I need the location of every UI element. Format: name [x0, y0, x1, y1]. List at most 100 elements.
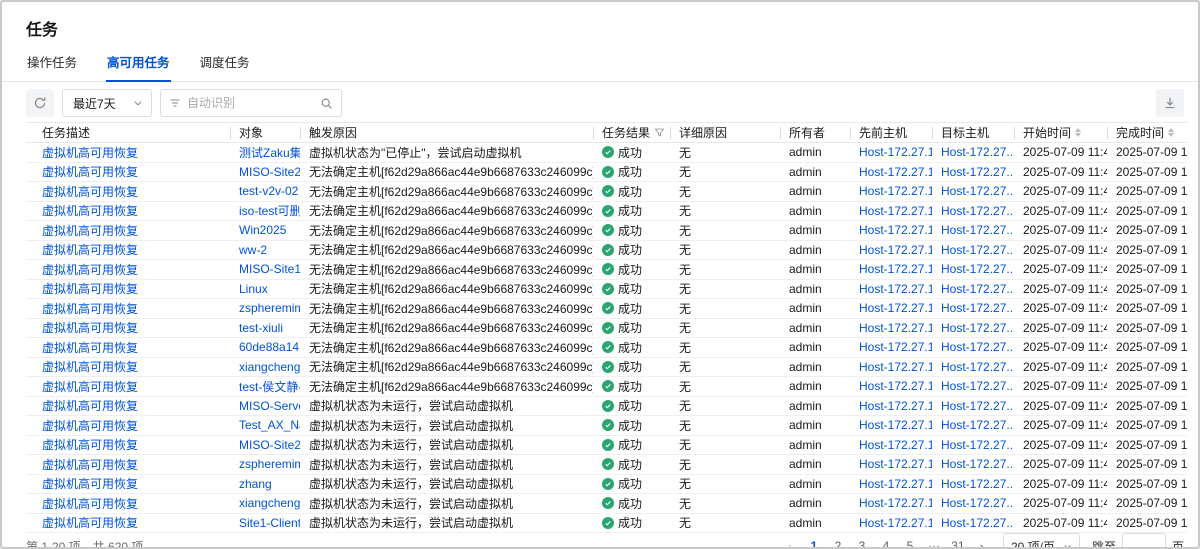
prev-host-link[interactable]: Host-172.27.1.30 — [859, 223, 932, 237]
column-header-8[interactable]: 开始时间 — [1014, 123, 1107, 142]
page-number-3[interactable]: 3 — [851, 534, 873, 549]
task-description-link[interactable]: 虚拟机高可用恢复 — [42, 302, 138, 316]
object-link[interactable]: xiangcheng.... — [239, 360, 300, 374]
tab-0[interactable]: 操作任务 — [26, 50, 78, 81]
task-description-link[interactable]: 虚拟机高可用恢复 — [42, 477, 138, 491]
task-description-link[interactable]: 虚拟机高可用恢复 — [42, 165, 138, 179]
target-host-link[interactable]: Host-172.27... — [941, 321, 1014, 335]
object-link[interactable]: xiangcheng.... — [239, 496, 300, 510]
task-description-link[interactable]: 虚拟机高可用恢复 — [42, 146, 138, 160]
page-number-2[interactable]: 2 — [827, 534, 849, 549]
prev-host-link[interactable]: Host-172.27.1.30 — [859, 204, 932, 218]
tab-2[interactable]: 调度任务 — [199, 50, 251, 81]
prev-page-icon[interactable]: ‹ — [779, 534, 801, 549]
object-link[interactable]: iso-test可删 — [239, 204, 300, 218]
target-host-link[interactable]: Host-172.27... — [941, 496, 1014, 510]
date-range-select[interactable]: 最近7天 — [62, 89, 152, 117]
target-host-link[interactable]: Host-172.27... — [941, 360, 1014, 374]
prev-host-link[interactable]: Host-172.27.1.30 — [859, 184, 932, 198]
target-host-link[interactable]: Host-172.27... — [941, 204, 1014, 218]
object-link[interactable]: zspheremim... — [239, 301, 300, 315]
task-description-link[interactable]: 虚拟机高可用恢复 — [42, 360, 138, 374]
page-number-31[interactable]: 31 — [947, 534, 969, 549]
task-description-link[interactable]: 虚拟机高可用恢复 — [42, 185, 138, 199]
object-link[interactable]: Test_AX_Na... — [239, 418, 300, 432]
tab-1[interactable]: 高可用任务 — [106, 50, 171, 82]
page-number-4[interactable]: 4 — [875, 534, 897, 549]
target-host-link[interactable]: Host-172.27... — [941, 438, 1014, 452]
target-host-link[interactable]: Host-172.27... — [941, 457, 1014, 471]
task-description-link[interactable]: 虚拟机高可用恢复 — [42, 224, 138, 238]
object-link[interactable]: Site1-Client1 — [239, 516, 300, 530]
task-description-link[interactable]: 虚拟机高可用恢复 — [42, 263, 138, 277]
object-link[interactable]: zhang — [239, 477, 272, 491]
object-link[interactable]: test-v2v-02 — [239, 184, 298, 198]
jump-page-input[interactable] — [1122, 533, 1166, 549]
page-size-select[interactable]: 20 项/页 — [1003, 533, 1080, 549]
object-link[interactable]: MISO-Site2... — [239, 165, 300, 179]
prev-host-link[interactable]: Host-172.27.1.30 — [859, 243, 932, 257]
task-description-link[interactable]: 虚拟机高可用恢复 — [42, 380, 138, 394]
prev-host-link[interactable]: Host-172.27.1.32 — [859, 418, 932, 432]
prev-host-link[interactable]: Host-172.27.1.30 — [859, 262, 932, 276]
prev-host-link[interactable]: Host-172.27.1.30 — [859, 379, 932, 393]
prev-host-link[interactable]: Host-172.27.1.30 — [859, 145, 932, 159]
sort-icon[interactable] — [1168, 128, 1174, 137]
object-link[interactable]: Win2025 — [239, 223, 286, 237]
object-link[interactable]: MISO-Serve... — [239, 399, 300, 413]
search-input[interactable] — [187, 96, 314, 110]
page-number-5[interactable]: 5 — [899, 534, 921, 549]
task-description-link[interactable]: 虚拟机高可用恢复 — [42, 204, 138, 218]
task-description-link[interactable]: 虚拟机高可用恢复 — [42, 516, 138, 530]
object-link[interactable]: MISO-Site2... — [239, 438, 300, 452]
task-description-link[interactable]: 虚拟机高可用恢复 — [42, 419, 138, 433]
object-link[interactable]: Linux — [239, 282, 268, 296]
prev-host-link[interactable]: Host-172.27.1.32 — [859, 457, 932, 471]
prev-host-link[interactable]: Host-172.27.1.30 — [859, 282, 932, 296]
prev-host-link[interactable]: Host-172.27.1.32 — [859, 438, 932, 452]
prev-host-link[interactable]: Host-172.27.1.30 — [859, 360, 932, 374]
object-link[interactable]: 测试Zaku集... — [239, 146, 300, 160]
task-description-link[interactable]: 虚拟机高可用恢复 — [42, 438, 138, 452]
object-link[interactable]: 60de88a14... — [239, 340, 300, 354]
prev-host-link[interactable]: Host-172.27.1.32 — [859, 496, 932, 510]
sort-icon[interactable] — [1075, 128, 1081, 137]
target-host-link[interactable]: Host-172.27... — [941, 379, 1014, 393]
prev-host-link[interactable]: Host-172.27.1.30 — [859, 301, 932, 315]
target-host-link[interactable]: Host-172.27... — [941, 301, 1014, 315]
column-header-3[interactable]: 任务结果 — [593, 123, 670, 142]
target-host-link[interactable]: Host-172.27... — [941, 399, 1014, 413]
target-host-link[interactable]: Host-172.27... — [941, 516, 1014, 530]
task-description-link[interactable]: 虚拟机高可用恢复 — [42, 341, 138, 355]
search-icon[interactable] — [320, 97, 333, 110]
refresh-button[interactable] — [26, 89, 54, 117]
filter-icon[interactable] — [654, 127, 665, 138]
next-page-icon[interactable]: › — [971, 534, 993, 549]
page-number-1[interactable]: 1 — [803, 534, 825, 549]
prev-host-link[interactable]: Host-172.27.1.30 — [859, 321, 932, 335]
target-host-link[interactable]: Host-172.27... — [941, 262, 1014, 276]
target-host-link[interactable]: Host-172.27... — [941, 145, 1014, 159]
task-description-link[interactable]: 虚拟机高可用恢复 — [42, 399, 138, 413]
task-description-link[interactable]: 虚拟机高可用恢复 — [42, 321, 138, 335]
target-host-link[interactable]: Host-172.27... — [941, 477, 1014, 491]
column-header-9[interactable]: 完成时间 — [1107, 123, 1187, 142]
target-host-link[interactable]: Host-172.27... — [941, 184, 1014, 198]
object-link[interactable]: test-侯文静-... — [239, 380, 300, 394]
target-host-link[interactable]: Host-172.27... — [941, 340, 1014, 354]
object-link[interactable]: zspheremim... — [239, 457, 300, 471]
task-description-link[interactable]: 虚拟机高可用恢复 — [42, 458, 138, 472]
export-button[interactable] — [1156, 89, 1184, 117]
object-link[interactable]: MISO-Site1... — [239, 262, 300, 276]
target-host-link[interactable]: Host-172.27... — [941, 243, 1014, 257]
prev-host-link[interactable]: Host-172.27.1.32 — [859, 477, 932, 491]
target-host-link[interactable]: Host-172.27... — [941, 418, 1014, 432]
prev-host-link[interactable]: Host-172.27.1.30 — [859, 165, 932, 179]
prev-host-link[interactable]: Host-172.27.1.30 — [859, 340, 932, 354]
task-description-link[interactable]: 虚拟机高可用恢复 — [42, 497, 138, 511]
target-host-link[interactable]: Host-172.27... — [941, 165, 1014, 179]
target-host-link[interactable]: Host-172.27... — [941, 282, 1014, 296]
prev-host-link[interactable]: Host-172.27.1.32 — [859, 399, 932, 413]
target-host-link[interactable]: Host-172.27... — [941, 223, 1014, 237]
object-link[interactable]: ww-2 — [239, 243, 267, 257]
